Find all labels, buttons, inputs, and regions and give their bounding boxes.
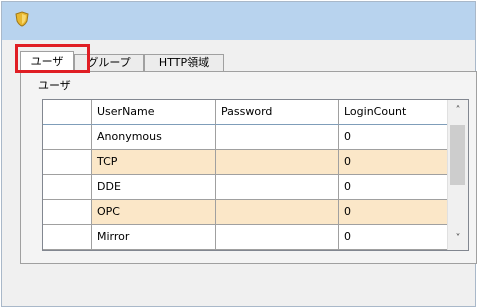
row-header[interactable] (43, 200, 92, 225)
username-cell[interactable]: TCP (92, 150, 216, 175)
login-count-cell[interactable]: 0 (339, 150, 448, 175)
tab-http-realm[interactable]: HTTP領域 (144, 54, 224, 71)
username-cell[interactable]: DDE (92, 175, 216, 200)
users-grid[interactable]: UserName Password LoginCount Anonymous 0… (42, 99, 469, 251)
table-row[interactable]: TCP 0 (43, 150, 448, 175)
row-header[interactable] (43, 150, 92, 175)
password-cell[interactable] (216, 225, 339, 250)
login-count-cell[interactable]: 0 (339, 225, 448, 250)
title-bar[interactable] (2, 2, 475, 40)
scroll-thumb[interactable] (450, 125, 465, 185)
shield-icon (15, 11, 29, 27)
vertical-scrollbar[interactable]: ˄ ˅ (447, 100, 468, 250)
password-cell[interactable] (216, 150, 339, 175)
table-row[interactable]: Mirror 0 (43, 225, 448, 250)
tab-highlight-box (15, 44, 90, 73)
password-cell[interactable] (216, 175, 339, 200)
column-header-password[interactable]: Password (216, 100, 339, 125)
column-header-username[interactable]: UserName (92, 100, 216, 125)
row-header-corner[interactable] (43, 100, 92, 125)
login-count-cell[interactable]: 0 (339, 125, 448, 150)
column-header-logincount[interactable]: LoginCount (339, 100, 448, 125)
table-row[interactable]: OPC 0 (43, 200, 448, 225)
password-cell[interactable] (216, 125, 339, 150)
grid-header-row: UserName Password LoginCount (43, 100, 448, 125)
row-header[interactable] (43, 125, 92, 150)
username-cell[interactable]: Anonymous (92, 125, 216, 150)
chevron-up-icon[interactable]: ˄ (448, 102, 468, 120)
username-cell[interactable]: Mirror (92, 225, 216, 250)
table-row[interactable]: Anonymous 0 (43, 125, 448, 150)
row-header[interactable] (43, 225, 92, 250)
users-group-label: ユーザ (38, 79, 71, 92)
password-cell[interactable] (216, 200, 339, 225)
login-count-cell[interactable]: 0 (339, 200, 448, 225)
row-header[interactable] (43, 175, 92, 200)
chevron-down-icon[interactable]: ˅ (448, 230, 468, 248)
table-row[interactable]: DDE 0 (43, 175, 448, 200)
login-count-cell[interactable]: 0 (339, 175, 448, 200)
username-cell[interactable]: OPC (92, 200, 216, 225)
